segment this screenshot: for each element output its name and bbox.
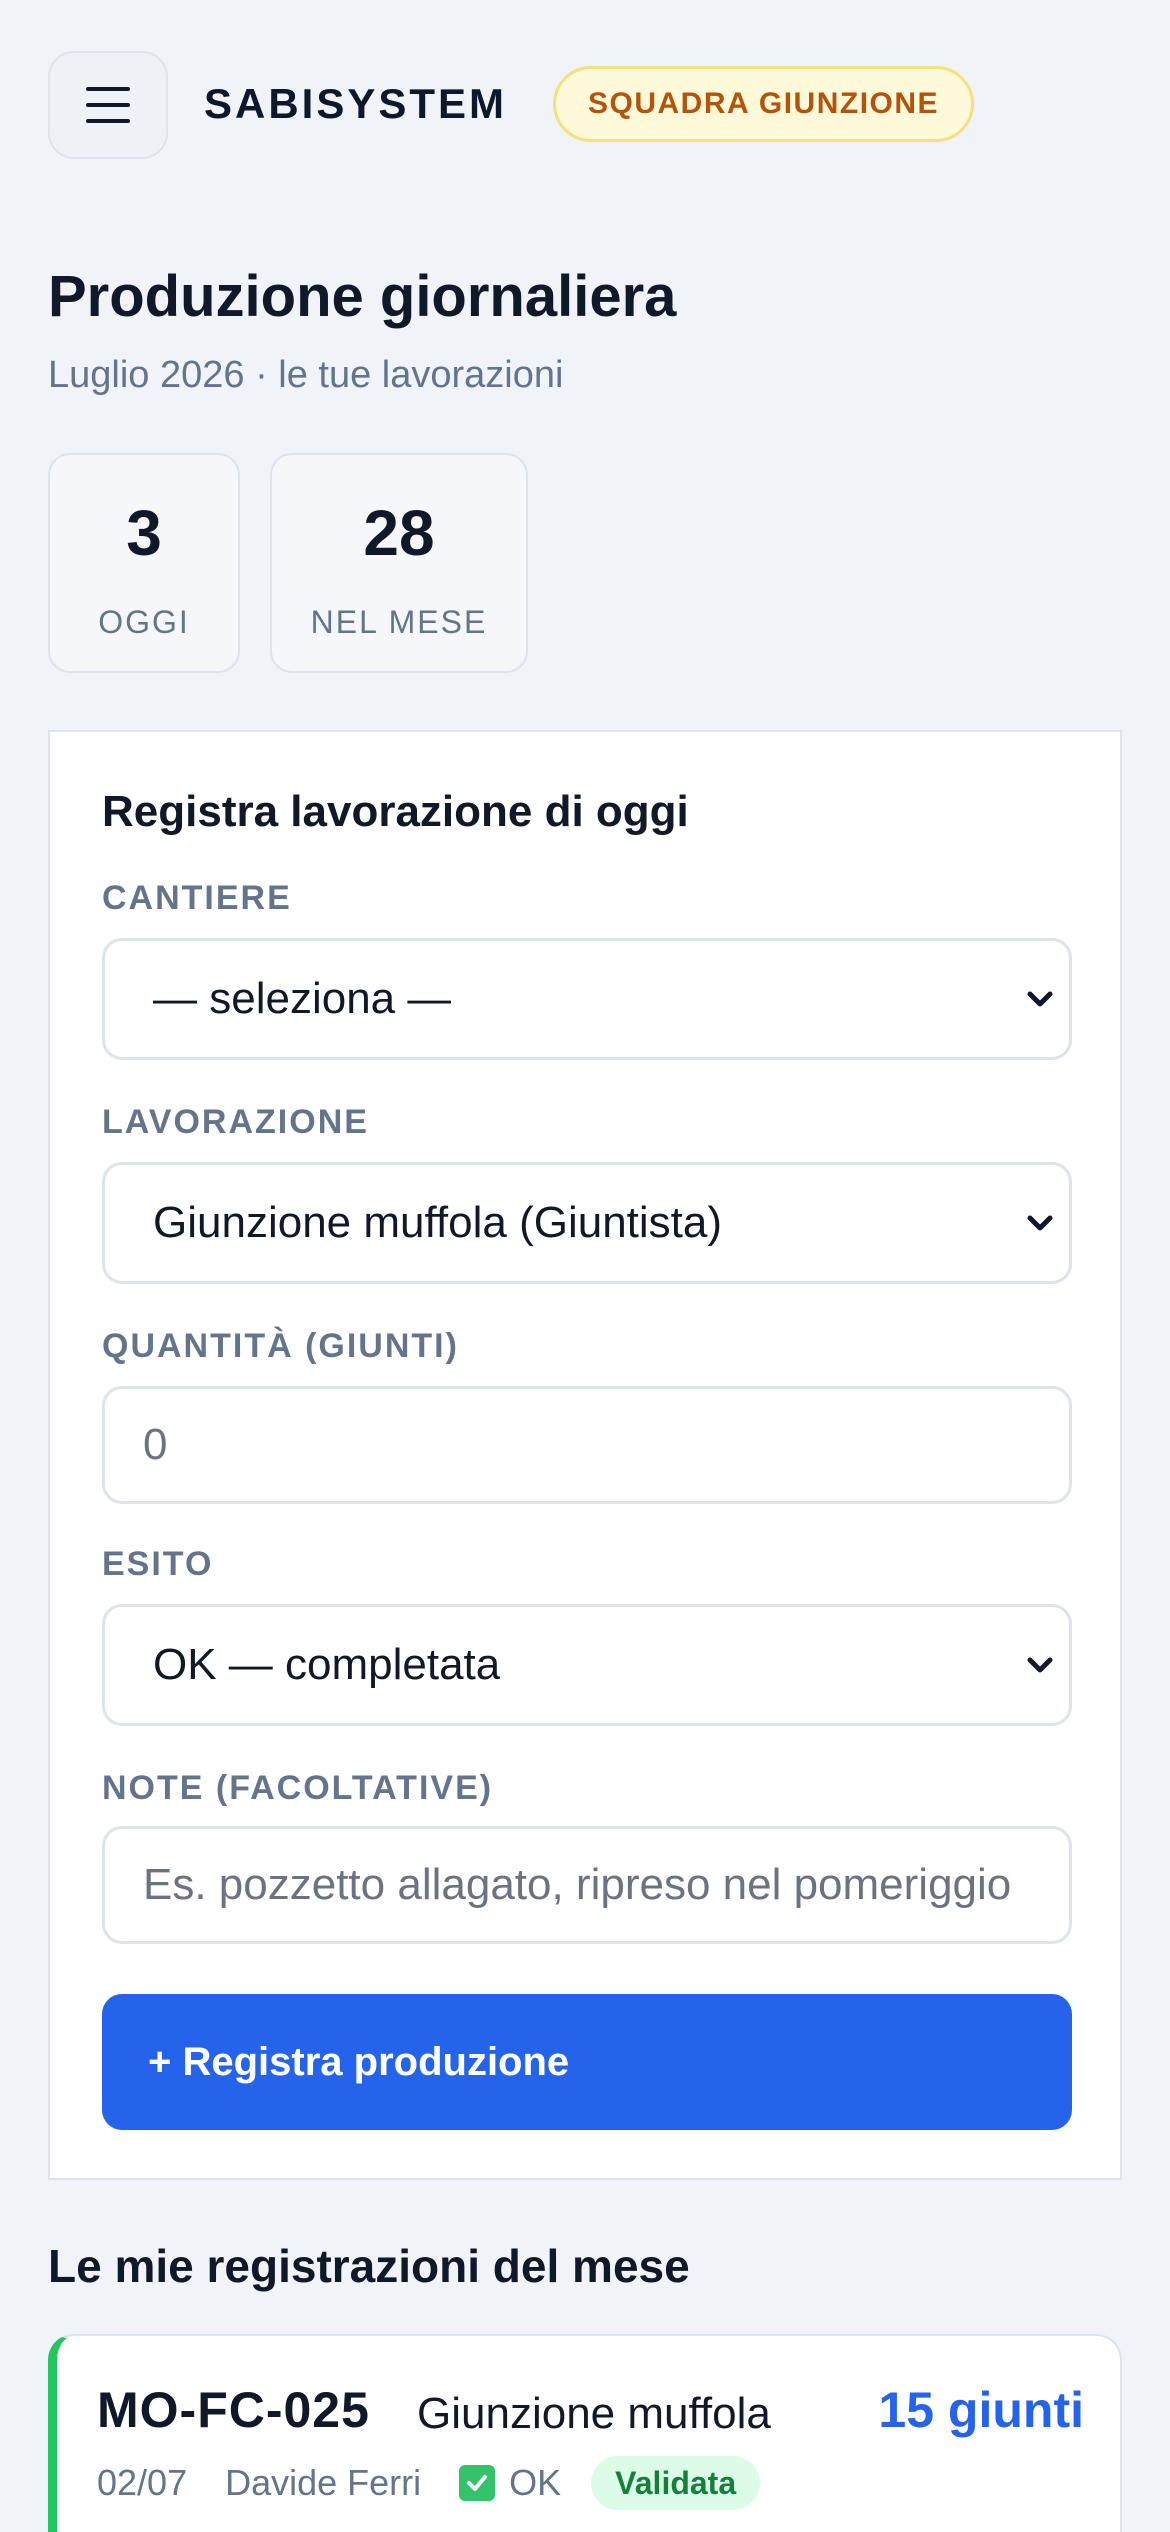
production-form: Registra lavorazione di oggi CANTIERE — …: [48, 730, 1122, 2180]
esito-select-value: OK — completata: [153, 1640, 501, 1689]
stat-today: 3 OGGI: [48, 453, 240, 673]
records-section-title: Le mie registrazioni del mese: [48, 2240, 690, 2292]
esito-label: ESITO: [102, 1545, 214, 1583]
note-input[interactable]: Es. pozzetto allagato, ripreso nel pomer…: [102, 1826, 1072, 1944]
quantita-label: QUANTITÀ (GIUNTI): [102, 1327, 459, 1365]
brand-logo-text: SABISYSTEM: [204, 80, 508, 127]
hamburger-menu-icon: [86, 87, 130, 123]
submit-production-button[interactable]: + Registra produzione: [102, 1994, 1072, 2130]
quantita-input[interactable]: 0: [102, 1386, 1072, 1504]
note-label: NOTE (FACOLTATIVE): [102, 1769, 494, 1807]
stat-month-value: 28: [363, 497, 435, 569]
chevron-down-icon: [1027, 991, 1053, 1007]
lavorazione-select[interactable]: Giunzione muffola (Giuntista): [102, 1162, 1072, 1284]
lavorazione-label: LAVORAZIONE: [102, 1103, 369, 1141]
record-meta: 02/07 Davide Ferri OK Validata: [97, 2456, 761, 2510]
stat-today-label: OGGI: [98, 604, 190, 640]
note-placeholder: Es. pozzetto allagato, ripreso nel pomer…: [143, 1860, 1012, 1909]
cantiere-label: CANTIERE: [102, 879, 292, 917]
cantiere-select-value: — seleziona —: [153, 974, 452, 1023]
team-badge: SQUADRA GIUNZIONE: [553, 66, 975, 142]
record-date: 02/07: [97, 2462, 188, 2503]
stat-month: 28 NEL MESE: [270, 453, 528, 673]
record-type: Giunzione muffola: [417, 2389, 771, 2438]
esito-select[interactable]: OK — completata: [102, 1604, 1072, 1726]
menu-button[interactable]: [48, 51, 168, 159]
status-badge: Validata: [591, 2456, 761, 2510]
record-code: MO-FC-025: [97, 2382, 370, 2438]
quantita-placeholder: 0: [143, 1420, 168, 1469]
form-title: Registra lavorazione di oggi: [102, 787, 689, 836]
stat-today-value: 3: [126, 497, 162, 569]
record-quantity: 15 giunti: [878, 2382, 1084, 2438]
check-box-icon: [459, 2465, 496, 2501]
page-title: Produzione giornaliera: [48, 264, 677, 329]
record-operator: Davide Ferri: [225, 2462, 422, 2503]
page-subtitle: Luglio 2026 · le tue lavorazioni: [48, 354, 564, 396]
cantiere-select[interactable]: — seleziona —: [102, 938, 1072, 1060]
lavorazione-select-value: Giunzione muffola (Giuntista): [153, 1198, 723, 1247]
stat-month-label: NEL MESE: [310, 604, 488, 640]
record-card[interactable]: MO-FC-025 Giunzione muffola 15 giunti 02…: [48, 2334, 1122, 2532]
chevron-down-icon: [1027, 1215, 1053, 1231]
app-screen: SABISYSTEM SQUADRA GIUNZIONE Produzione …: [0, 0, 1170, 2532]
record-outcome: OK: [509, 2462, 562, 2503]
chevron-down-icon: [1027, 1657, 1053, 1673]
